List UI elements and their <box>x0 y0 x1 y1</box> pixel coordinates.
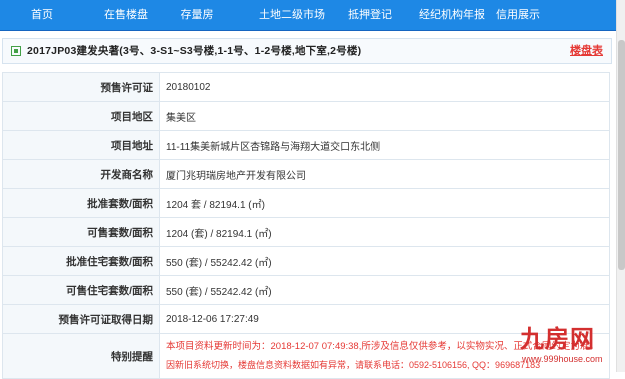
nav-item-existing-housing[interactable]: 存量房 <box>172 0 222 30</box>
nav-item-home[interactable]: 首页 <box>18 0 66 30</box>
section-marker-icon <box>11 46 21 56</box>
nav-item-on-sale[interactable]: 在售楼盘 <box>96 0 156 30</box>
table-row: 预售许可证 20180102 <box>2 72 610 102</box>
nav-item-credit[interactable]: 信用展示 <box>488 0 548 30</box>
watermark-url: www.999house.com <box>522 354 603 364</box>
row-label: 项目地区 <box>2 101 160 131</box>
table-row: 预售许可证取得日期 2018-12-06 17:27:49 <box>2 304 610 334</box>
row-value: 550 (套) / 55242.42 (㎡) <box>159 275 610 305</box>
table-row: 项目地区 集美区 <box>2 101 610 131</box>
row-value: 1204 套 / 82194.1 (㎡) <box>159 188 610 218</box>
project-title: 2017JP03建发央著(3号、3-S1~S3号楼,1-1号、1-2号楼,地下室… <box>27 45 362 57</box>
row-label: 预售许可证取得日期 <box>2 304 160 334</box>
row-label: 批准套数/面积 <box>2 188 160 218</box>
table-row: 可售住宅套数/面积 550 (套) / 55242.42 (㎡) <box>2 275 610 305</box>
row-label: 预售许可证 <box>2 72 160 102</box>
row-value: 1204 (套) / 82194.1 (㎡) <box>159 217 610 247</box>
row-label: 项目地址 <box>2 130 160 160</box>
table-row: 开发商名称 厦门兆玥瑞房地产开发有限公司 <box>2 159 610 189</box>
scrollbar-thumb[interactable] <box>618 40 625 270</box>
project-title-bar: 2017JP03建发央著(3号、3-S1~S3号楼,1-1号、1-2号楼,地下室… <box>2 38 612 64</box>
nav-item-agency-report[interactable]: 经纪机构年报 <box>412 0 492 30</box>
building-table-link[interactable]: 楼盘表 <box>570 39 603 63</box>
vertical-scrollbar[interactable] <box>616 0 625 372</box>
nav-item-land-market[interactable]: 土地二级市场 <box>252 0 332 30</box>
watermark-logo: 九房网 <box>520 325 595 353</box>
row-value: 集美区 <box>159 101 610 131</box>
row-value: 厦门兆玥瑞房地产开发有限公司 <box>159 159 610 189</box>
row-value: 11-11集美新城片区杏锦路与海翔大道交口东北侧 <box>159 130 610 160</box>
row-label: 开发商名称 <box>2 159 160 189</box>
row-value: 550 (套) / 55242.42 (㎡) <box>159 246 610 276</box>
top-nav: 首页 在售楼盘 存量房 土地二级市场 抵押登记 经纪机构年报 信用展示 <box>0 0 616 31</box>
nav-item-mortgage[interactable]: 抵押登记 <box>340 0 400 30</box>
row-label: 可售套数/面积 <box>2 217 160 247</box>
table-row: 项目地址 11-11集美新城片区杏锦路与海翔大道交口东北侧 <box>2 130 610 160</box>
project-details-table: 预售许可证 20180102 项目地区 集美区 项目地址 11-11集美新城片区… <box>2 72 610 379</box>
table-row: 批准住宅套数/面积 550 (套) / 55242.42 (㎡) <box>2 246 610 276</box>
table-row: 可售套数/面积 1204 (套) / 82194.1 (㎡) <box>2 217 610 247</box>
row-value: 20180102 <box>159 72 610 102</box>
table-row: 批准套数/面积 1204 套 / 82194.1 (㎡) <box>2 188 610 218</box>
row-label: 可售住宅套数/面积 <box>2 275 160 305</box>
row-label: 批准住宅套数/面积 <box>2 246 160 276</box>
